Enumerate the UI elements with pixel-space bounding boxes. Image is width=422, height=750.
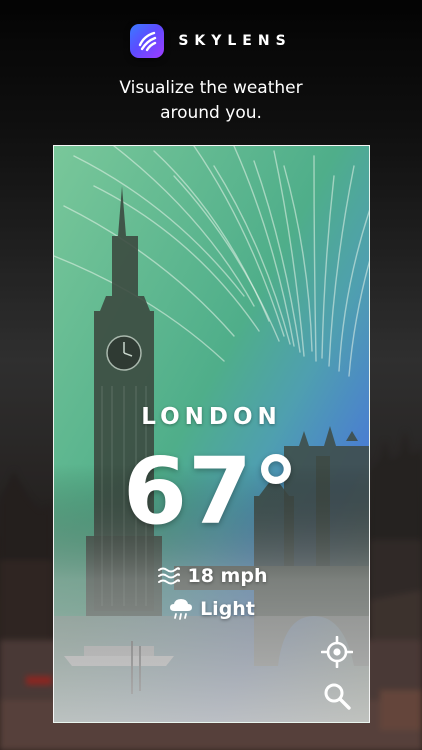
locate-button[interactable] [319, 634, 355, 670]
brand-header: SKYLENS [0, 24, 422, 58]
brand-name: SKYLENS [178, 33, 292, 49]
tagline-line-2: around you. [160, 103, 262, 123]
tagline: Visualize the weather around you. [0, 76, 422, 126]
precipitation-level: Light [200, 598, 255, 620]
city-name: LONDON [141, 404, 282, 430]
temperature-value: 67° [122, 438, 301, 545]
precipitation-info: Light [54, 597, 369, 621]
search-icon [324, 683, 351, 710]
rain-cloud-icon [168, 597, 194, 621]
tagline-line-1: Visualize the weather [119, 78, 303, 98]
wind-icon [156, 564, 182, 588]
skylens-logo-icon [130, 24, 165, 58]
search-button[interactable] [319, 678, 355, 714]
app-preview-card: LONDON 67° 18 mph Light [53, 145, 370, 723]
wind-speed: 18 mph [187, 565, 268, 587]
wind-info: 18 mph [54, 564, 369, 588]
crosshair-locate-icon [321, 636, 353, 668]
